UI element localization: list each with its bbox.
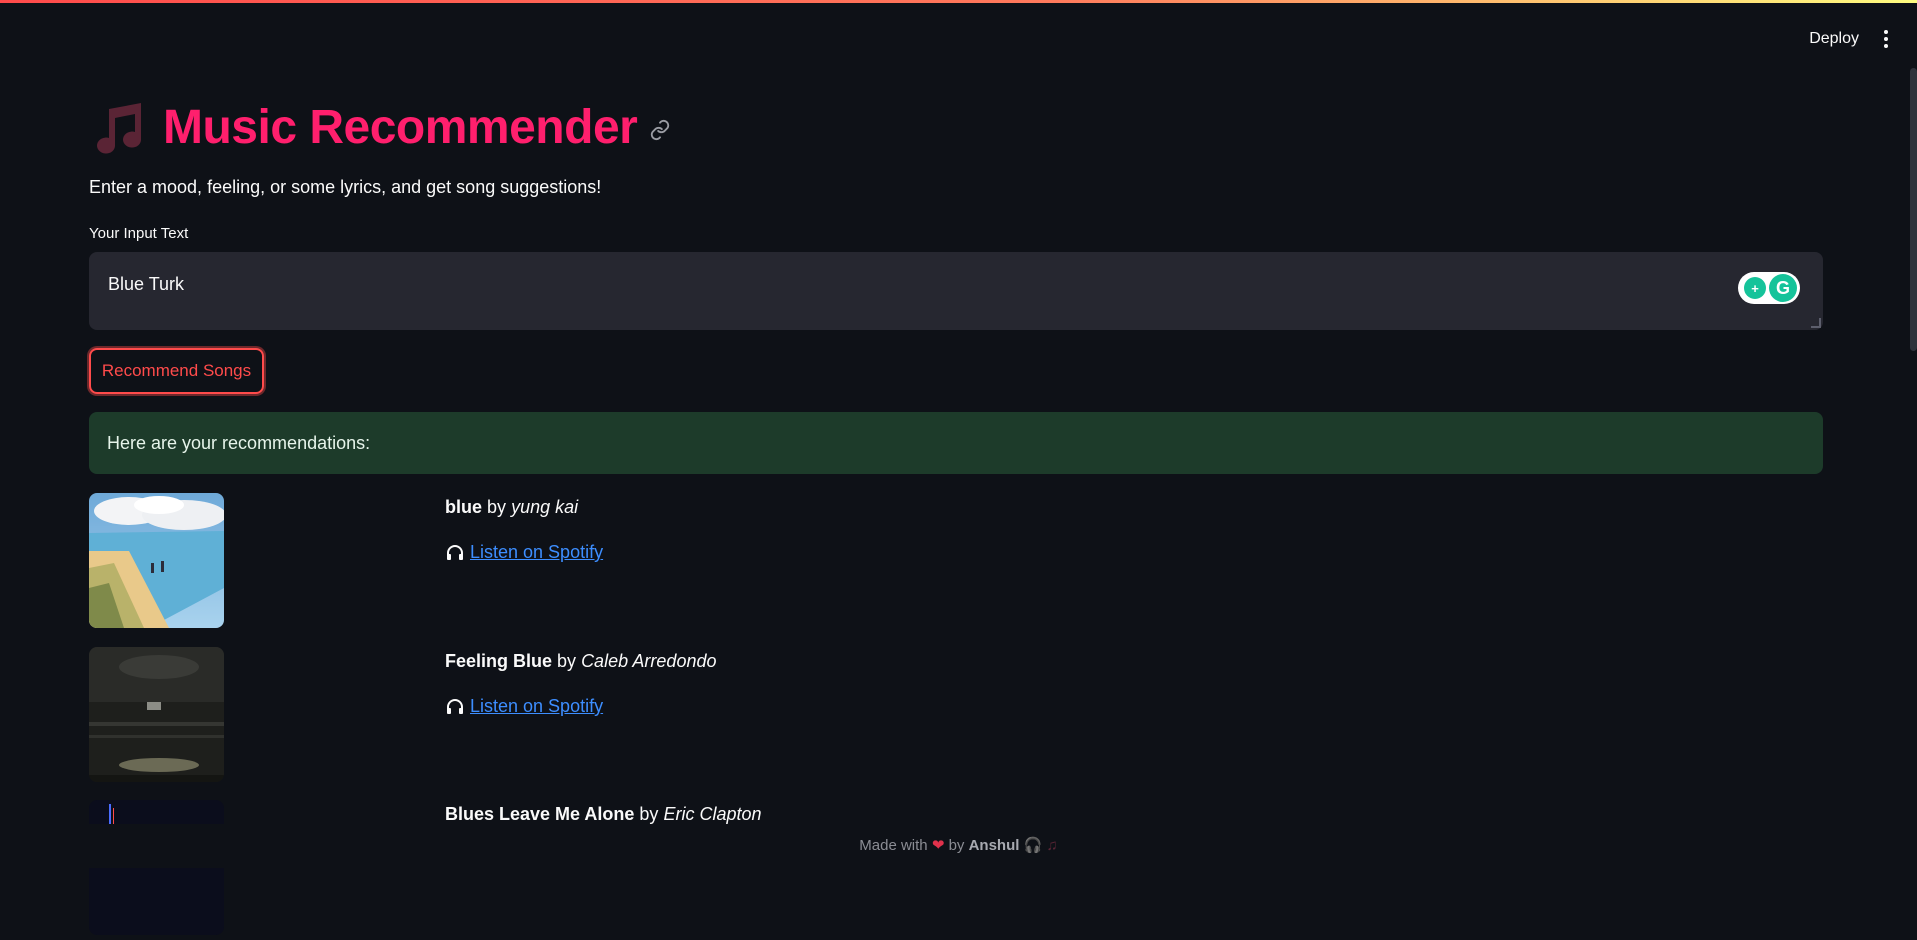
scrollbar[interactable] [1910, 68, 1917, 351]
song-title-line: blue by yung kai [445, 497, 578, 518]
spotify-link[interactable]: Listen on Spotify [445, 542, 603, 563]
resize-handle-icon[interactable] [1811, 318, 1821, 328]
music-notes-icon: ♫ [1046, 837, 1058, 854]
song-artist: yung kai [511, 497, 579, 517]
footer-prefix: Made with [859, 837, 928, 854]
footer-by: by [948, 837, 965, 854]
spotify-link-label[interactable]: Listen on Spotify [470, 542, 603, 563]
album-cover-image [89, 493, 224, 628]
input-label: Your Input Text [89, 225, 189, 242]
heart-icon: ❤ [931, 837, 945, 854]
song-by: by [487, 497, 507, 517]
song-name: blue [445, 497, 483, 517]
recommendations-banner-text: Here are your recommendations: [107, 433, 371, 453]
recommendations-banner: Here are your recommendations: [89, 412, 1823, 474]
main-content: Music Recommender Enter a mood, feeling,… [89, 0, 1823, 935]
lightbulb-icon[interactable]: + [1744, 277, 1766, 299]
grammarly-icon[interactable]: G [1769, 274, 1797, 302]
recommend-songs-button[interactable]: Recommend Songs [89, 348, 264, 394]
footer: Made with ❤ by Anshul 🎧 ♫ [0, 836, 1917, 854]
page-header: Music Recommender [89, 92, 671, 162]
input-textarea-value[interactable]: Blue Turk [108, 274, 184, 295]
song-by: by [639, 804, 659, 824]
song-title-line: Blues Leave Me Alone by Eric Clapton [445, 804, 762, 825]
song-item: Feeling Blue by Caleb Arredondo Listen o… [89, 647, 1823, 787]
song-artist: Eric Clapton [663, 804, 762, 824]
page-title: Music Recommender [163, 100, 638, 154]
page-description: Enter a mood, feeling, or some lyrics, a… [89, 177, 602, 197]
headphones-icon [447, 544, 463, 560]
song-name: Blues Leave Me Alone [445, 804, 635, 824]
song-artist: Caleb Arredondo [581, 651, 717, 671]
headphones-icon: 🎧 [1023, 837, 1043, 854]
song-item: Blues Leave Me Alone by Eric Clapton [89, 800, 1823, 940]
more-menu-icon[interactable] [1883, 30, 1889, 48]
headphones-icon [447, 698, 463, 714]
music-note-icon [97, 103, 142, 154]
anchor-link-icon[interactable] [649, 119, 671, 141]
input-textarea[interactable]: Blue Turk + G [89, 252, 1823, 330]
song-title-line: Feeling Blue by Caleb Arredondo [445, 651, 716, 672]
spotify-link[interactable]: Listen on Spotify [445, 696, 603, 717]
grammarly-widget[interactable]: + G [1738, 272, 1800, 304]
song-name: Feeling Blue [445, 651, 553, 671]
footer-author: Anshul [968, 837, 1020, 854]
song-by: by [557, 651, 577, 671]
album-cover-image [89, 647, 224, 782]
spotify-link-label[interactable]: Listen on Spotify [470, 696, 603, 717]
song-item: blue by yung kai Listen on Spotify [89, 493, 1823, 633]
